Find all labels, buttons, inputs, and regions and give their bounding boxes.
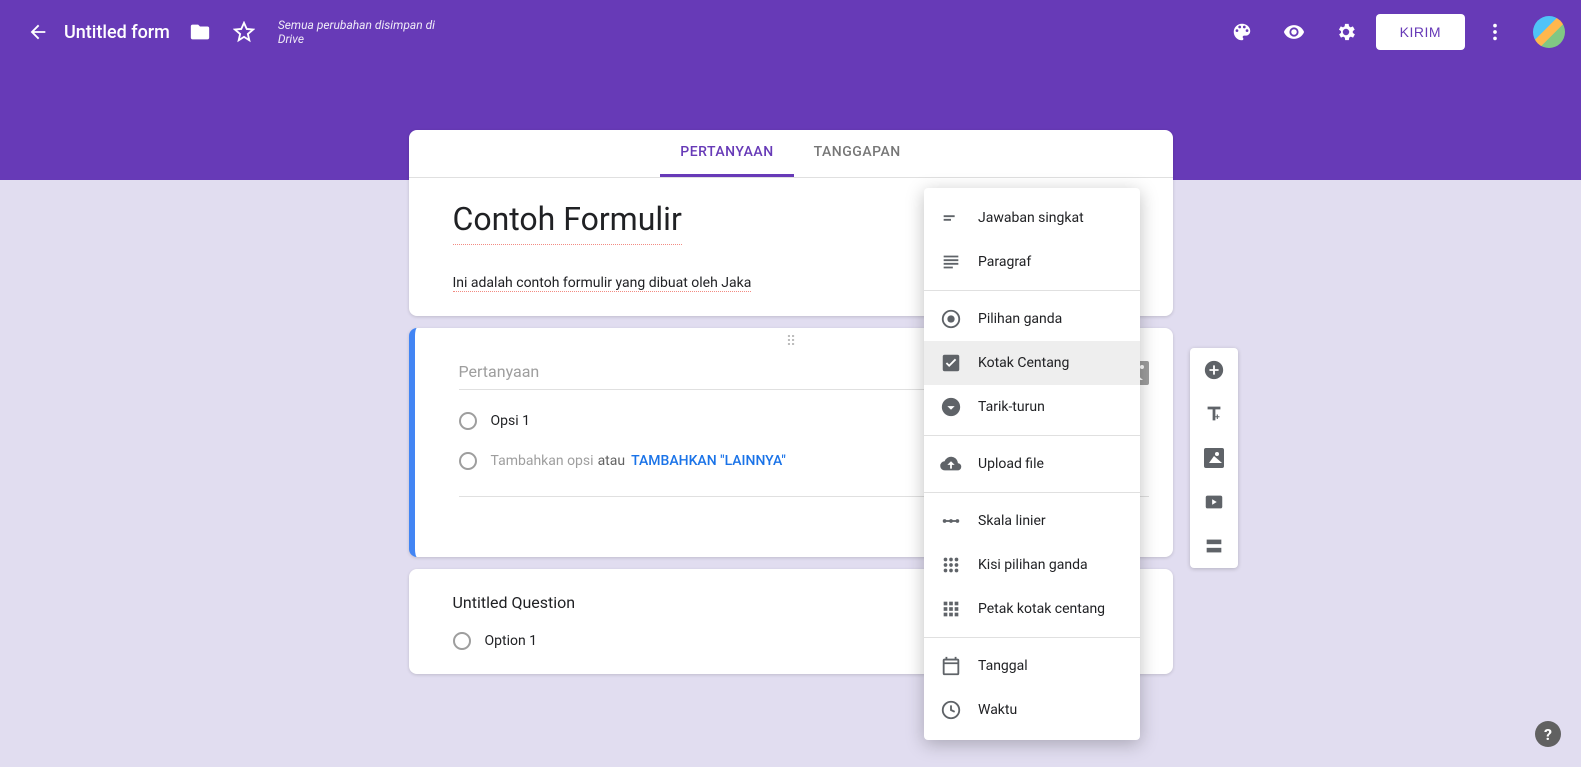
type-file-upload[interactable]: Upload file: [924, 442, 1140, 486]
grid-squares-icon: [940, 598, 962, 620]
palette-icon[interactable]: [1220, 10, 1264, 54]
option-label[interactable]: Opsi 1: [491, 413, 530, 429]
form-title-input[interactable]: Contoh Formulir: [453, 200, 682, 245]
type-date[interactable]: Tanggal: [924, 644, 1140, 688]
short-answer-icon: [940, 207, 962, 229]
help-icon[interactable]: ?: [1535, 721, 1561, 747]
tab-questions[interactable]: PERTANYAAN: [660, 130, 793, 177]
add-question-icon[interactable]: [1202, 358, 1226, 382]
calendar-icon: [940, 655, 962, 677]
type-dropdown[interactable]: Tarik-turun: [924, 385, 1140, 429]
type-grid-choice[interactable]: Kisi pilihan ganda: [924, 543, 1140, 587]
type-checkboxes[interactable]: Kotak Centang: [924, 341, 1140, 385]
settings-icon[interactable]: [1324, 10, 1368, 54]
send-button[interactable]: KIRIM: [1376, 14, 1465, 50]
more-icon[interactable]: [1473, 10, 1517, 54]
star-icon[interactable]: [222, 10, 266, 54]
floating-toolbar: [1190, 348, 1238, 568]
radio-checked-icon: [940, 308, 962, 330]
type-linear-scale[interactable]: Skala linier: [924, 499, 1140, 543]
user-avatar[interactable]: [1533, 16, 1565, 48]
clock-icon: [940, 699, 962, 721]
add-other-button[interactable]: TAMBAHKAN "LAINNYA": [631, 453, 786, 469]
type-grid-checkbox[interactable]: Petak kotak centang: [924, 587, 1140, 631]
add-title-icon[interactable]: [1202, 402, 1226, 426]
type-multiple-choice[interactable]: Pilihan ganda: [924, 297, 1140, 341]
or-text: atau: [598, 453, 626, 469]
add-section-icon[interactable]: [1202, 534, 1226, 558]
back-arrow-icon[interactable]: [16, 10, 60, 54]
add-video-icon[interactable]: [1202, 490, 1226, 514]
add-image-icon[interactable]: [1202, 446, 1226, 470]
radio-icon: [459, 412, 477, 430]
dropdown-icon: [940, 396, 962, 418]
save-status: Semua perubahan disimpan di Drive: [278, 18, 448, 46]
form-description-input[interactable]: Ini adalah contoh formulir yang dibuat o…: [453, 275, 752, 292]
radio-icon: [453, 632, 471, 650]
cloud-upload-icon: [940, 453, 962, 475]
preview-icon[interactable]: [1272, 10, 1316, 54]
form-title[interactable]: Untitled form: [64, 22, 170, 43]
radio-icon: [459, 452, 477, 470]
type-time[interactable]: Waktu: [924, 688, 1140, 732]
add-option-button[interactable]: Tambahkan opsi: [491, 453, 594, 469]
option-label[interactable]: Option 1: [485, 633, 538, 649]
paragraph-icon: [940, 251, 962, 273]
tab-responses[interactable]: TANGGAPAN: [794, 130, 921, 177]
grid-dots-icon: [940, 554, 962, 576]
checkbox-icon: [940, 352, 962, 374]
folder-icon[interactable]: [178, 10, 222, 54]
type-short-answer[interactable]: Jawaban singkat: [924, 196, 1140, 240]
type-paragraph[interactable]: Paragraf: [924, 240, 1140, 284]
linear-scale-icon: [940, 510, 962, 532]
app-header: Untitled form Semua perubahan disimpan d…: [0, 0, 1581, 64]
question-type-menu: Jawaban singkat Paragraf Pilihan ganda K…: [924, 188, 1140, 740]
